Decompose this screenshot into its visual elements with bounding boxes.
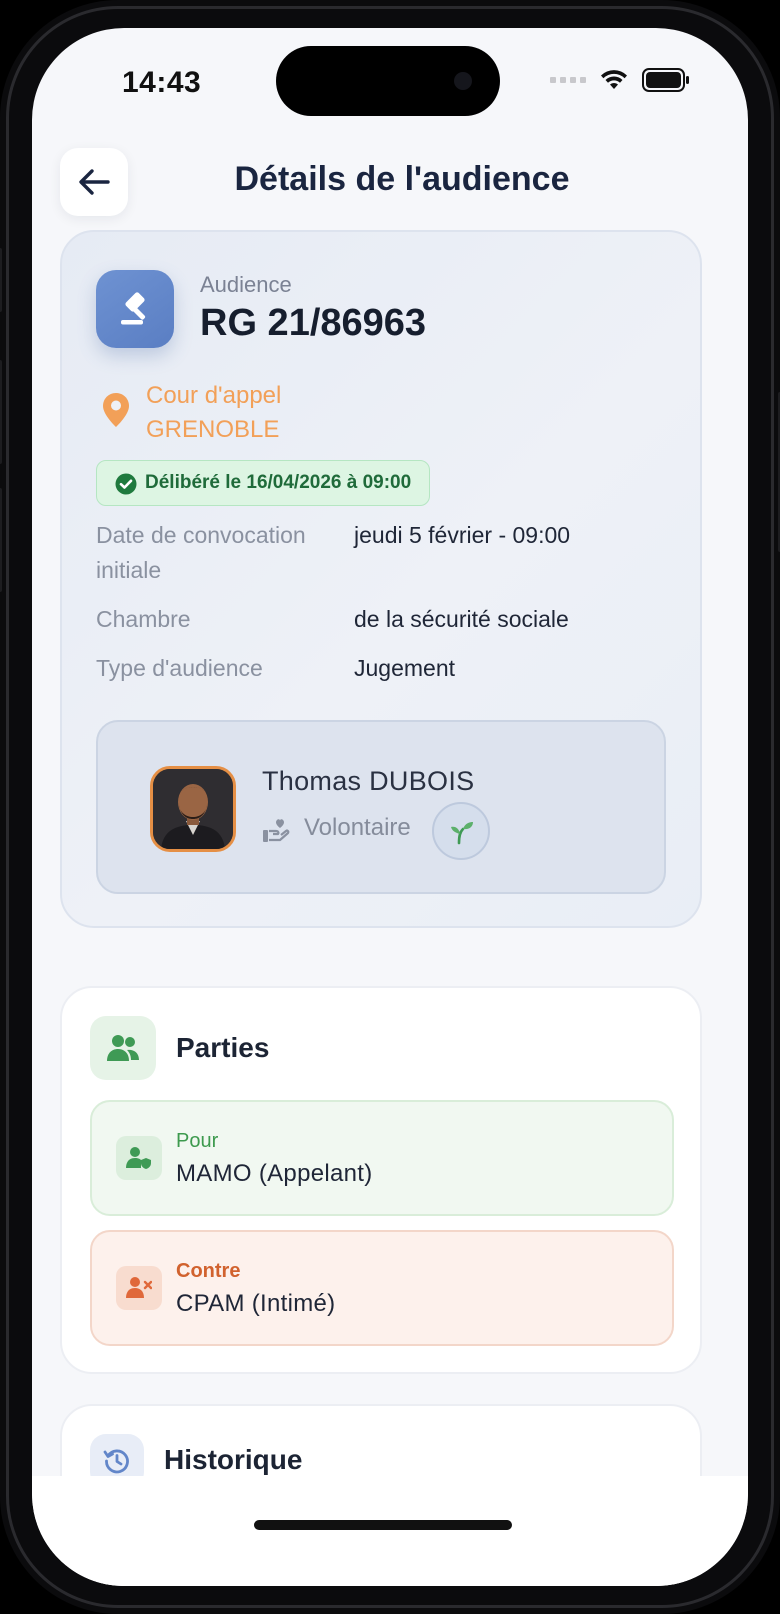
party-side-label: Pour: [176, 1130, 219, 1152]
info-value: Jugement: [354, 655, 456, 681]
status-icons: [550, 68, 690, 92]
info-value: jeudi 5 février - 09:00: [354, 522, 571, 548]
lawyer-name: Thomas DUBOIS: [262, 766, 475, 796]
deliberation-badge: Délibéré le 16/04/2026 à 09:00: [96, 460, 431, 506]
page-title: Détails de l'audience: [234, 160, 570, 198]
volunteer-hand-icon: [263, 819, 290, 842]
lawyer-role: Volontaire: [304, 814, 411, 841]
hearing-number: RG 21/86963: [200, 302, 427, 344]
party-side-label: Contre: [176, 1260, 241, 1282]
wifi-icon: [601, 70, 627, 89]
status-time: 14:43: [122, 66, 202, 99]
sprout-icon: [451, 822, 473, 845]
dynamic-island: [276, 46, 500, 116]
party-name: MAMO (Appelant): [176, 1160, 373, 1187]
user-x-icon: [126, 1277, 152, 1298]
screen: 14:43 Détails de l'audience Audience RG …: [32, 28, 748, 1586]
party-name: CPAM (Intimé): [176, 1290, 336, 1317]
check-circle-icon: [115, 473, 137, 495]
parties-card: Parties Pour MAMO (Appelant) Contre CPAM…: [60, 986, 702, 1374]
location-pin-icon: [103, 393, 129, 427]
deliberation-text: Délibéré le 16/04/2026 à 09:00: [145, 472, 412, 493]
side-button: [0, 488, 2, 592]
party-against[interactable]: Contre CPAM (Intimé): [90, 1230, 674, 1346]
court-city: GRENOBLE: [146, 416, 280, 443]
court-name: Cour d'appel: [146, 382, 282, 409]
avatar: [150, 766, 236, 852]
side-button: [0, 360, 2, 464]
info-label: Type d'audience: [96, 655, 263, 681]
avatar-portrait-icon: [153, 769, 233, 849]
section-title: Parties: [176, 1032, 270, 1063]
cellular-signal-icon: [550, 77, 586, 83]
phone-frame: 14:43 Détails de l'audience Audience RG …: [0, 0, 780, 1614]
home-indicator[interactable]: [254, 1520, 512, 1530]
party-against-icon-badge: [116, 1266, 162, 1310]
battery-icon: [642, 68, 689, 92]
party-for-icon-badge: [116, 1136, 162, 1180]
sprout-badge: [432, 802, 490, 860]
users-icon: [107, 1035, 139, 1061]
history-icon: [103, 1449, 129, 1474]
side-button: [0, 248, 2, 312]
bottom-safe-area: [32, 1476, 748, 1586]
party-for[interactable]: Pour MAMO (Appelant): [90, 1100, 674, 1216]
hearing-card: Audience RG 21/86963 Cour d'appel GRENOB…: [60, 230, 702, 928]
gavel-icon-badge: [96, 270, 174, 348]
section-title: Historique: [164, 1444, 303, 1475]
info-value: de la sécurité sociale: [354, 606, 569, 632]
info-label: Chambre: [96, 606, 191, 632]
hearing-label: Audience: [200, 272, 292, 297]
parties-icon-badge: [90, 1016, 156, 1080]
lawyer-card[interactable]: Thomas DUBOIS Volontaire: [96, 720, 666, 894]
user-shield-icon: [126, 1147, 151, 1169]
gavel-icon: [121, 292, 146, 325]
info-label: Date de convocation initiale: [96, 522, 306, 583]
